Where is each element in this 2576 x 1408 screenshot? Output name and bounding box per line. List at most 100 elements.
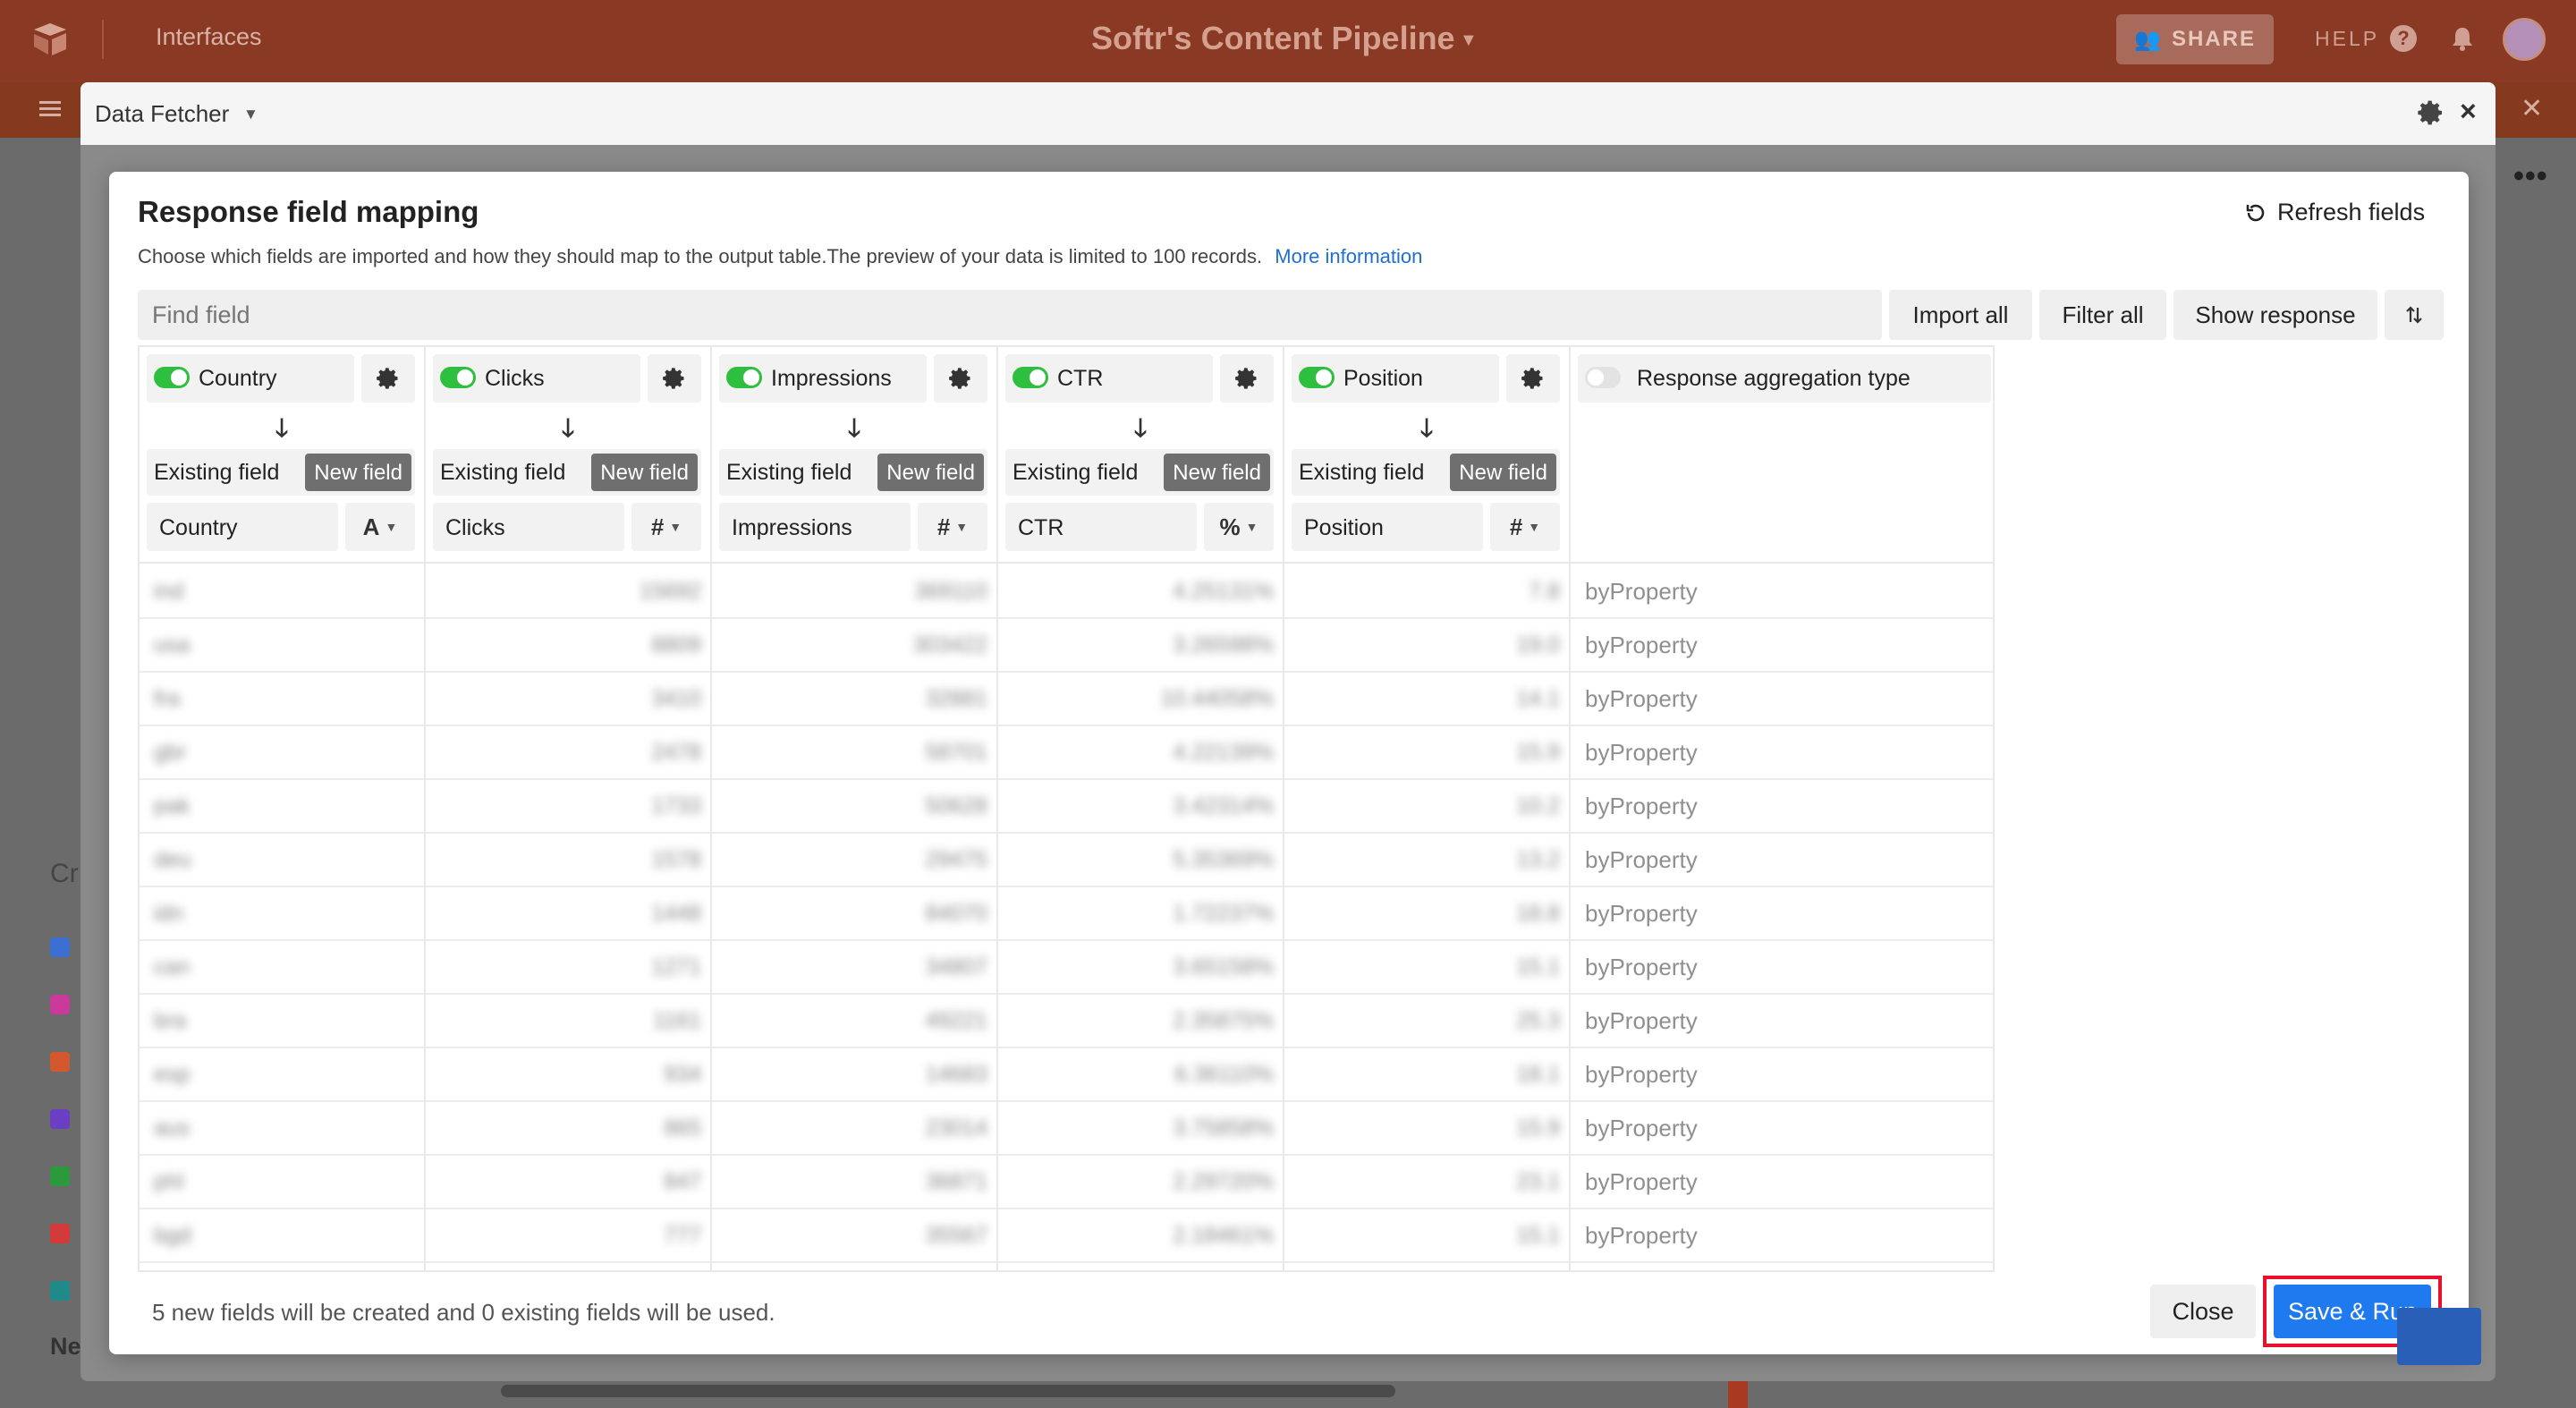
import-toggle[interactable] [1013, 367, 1048, 388]
field-type-select[interactable]: # ▼ [1490, 503, 1560, 551]
table-cell: 36871 [712, 1156, 996, 1209]
cell-value: 1271 [651, 954, 701, 980]
cell-value: 23014 [925, 1115, 987, 1141]
cell-value: bgd [154, 1222, 191, 1248]
arrow-down-icon: 🡓 [561, 414, 575, 442]
table-cell: 23014 [712, 1102, 996, 1156]
table-cell: fra [140, 673, 424, 726]
cell-value: 15.9 [1516, 1115, 1560, 1141]
cell-value: 777 [664, 1222, 701, 1248]
field-type-select[interactable]: # ▼ [631, 503, 701, 551]
field-settings-button[interactable] [1220, 354, 1274, 403]
table-cell: 18.8 [1284, 887, 1569, 941]
bell-icon[interactable] [2449, 25, 2476, 52]
table-cell: 3.42314% [998, 780, 1283, 834]
table-cell: 5.35369% [998, 834, 1283, 887]
more-information-link[interactable]: More information [1275, 245, 1422, 267]
cell-value: 19.0 [1516, 632, 1560, 657]
table-cell: 3.65158% [998, 941, 1283, 995]
table-cell: 8809 [426, 619, 710, 673]
chevron-down-icon[interactable]: ▼ [243, 106, 258, 123]
new-field-option[interactable]: New field [305, 454, 411, 491]
field-type-select[interactable]: # ▼ [918, 503, 987, 551]
share-button[interactable]: 👥 SHARE [2116, 14, 2274, 64]
existing-field-option[interactable]: Existing field [1299, 460, 1424, 486]
column-header: Impressions 🡓 Existing field New field Impre… [712, 347, 996, 564]
new-field-option[interactable]: New field [1450, 454, 1556, 491]
field-type-select[interactable]: % ▼ [1204, 503, 1274, 551]
menu-icon[interactable] [38, 97, 63, 122]
gear-icon[interactable] [2417, 98, 2445, 127]
field-settings-button[interactable] [934, 354, 987, 403]
output-field-name-input[interactable]: CTR [1005, 503, 1197, 551]
chevron-down-icon: ▼ [1245, 520, 1258, 534]
find-field-input[interactable] [138, 290, 1882, 340]
aggregation-cell: byProperty [1571, 1048, 1993, 1102]
gear-icon [1521, 368, 1543, 389]
field-settings-button[interactable] [1506, 354, 1560, 403]
output-field-name-input[interactable]: Country [147, 503, 338, 551]
field-type-select[interactable]: A ▼ [345, 503, 415, 551]
close-button[interactable]: Close [2150, 1285, 2256, 1338]
table-cell: 865 [426, 1102, 710, 1156]
refresh-fields-button[interactable]: Refresh fields [2245, 199, 2425, 226]
cell-value: gbr [154, 739, 187, 765]
existing-field-option[interactable]: Existing field [726, 460, 852, 486]
table-icon [50, 1052, 70, 1072]
interfaces-tab[interactable]: Interfaces [156, 23, 262, 51]
close-icon[interactable]: ✕ [2521, 93, 2543, 124]
new-field-option[interactable]: New field [591, 454, 698, 491]
table-cell: bra [140, 995, 424, 1048]
column-clicks: Clicks 🡓 Existing field New field Clicks # ▼ 15… [426, 347, 712, 1270]
aggregation-cell: byProperty [1571, 1102, 1993, 1156]
close-icon[interactable]: × [2460, 95, 2477, 128]
cell-value: deu [154, 846, 191, 872]
help-icon[interactable]: ? [2390, 25, 2417, 52]
show-response-button[interactable]: Show response [2174, 290, 2377, 340]
cell-value: 2.18461% [1173, 1222, 1274, 1248]
existing-field-option[interactable]: Existing field [1013, 460, 1138, 486]
table-cell: esp [140, 1048, 424, 1102]
more-icon[interactable]: ••• [2513, 159, 2548, 194]
table-cell: 3410 [426, 673, 710, 726]
output-field-name-input[interactable]: Clicks [433, 503, 624, 551]
table-cell: 34807 [712, 941, 996, 995]
import-toggle[interactable] [154, 367, 190, 388]
table-cell: 84070 [712, 887, 996, 941]
app-top-bar: Interfaces Softr's Content Pipeline ▼ 👥 … [0, 0, 2576, 82]
base-title[interactable]: Softr's Content Pipeline [1091, 20, 1455, 57]
existing-field-option[interactable]: Existing field [154, 460, 279, 486]
import-toggle[interactable] [726, 367, 762, 388]
horizontal-scrollbar[interactable] [501, 1385, 1395, 1397]
output-field-name-input[interactable]: Impressions [719, 503, 911, 551]
table-cell: 15.9 [1284, 726, 1569, 780]
aggregation-header: Response aggregation type [1571, 347, 1993, 564]
field-settings-button[interactable] [648, 354, 701, 403]
table-cell: phl [140, 1156, 424, 1209]
new-field-option[interactable]: New field [1164, 454, 1270, 491]
help-link[interactable]: HELP [2315, 27, 2379, 51]
output-field-name-input[interactable]: Position [1292, 503, 1483, 551]
cell-value: 32881 [925, 685, 987, 711]
data-fetcher-title[interactable]: Data Fetcher [95, 100, 229, 128]
import-all-button[interactable]: Import all [1889, 290, 2032, 340]
cell-value: 1161 [653, 1007, 701, 1033]
cell-value: can [154, 954, 191, 980]
chevron-down-icon[interactable]: ▼ [1460, 30, 1478, 51]
import-toggle[interactable] [1299, 367, 1335, 388]
sort-button[interactable] [2385, 290, 2444, 340]
response-field-mapping-modal: Response field mapping Refresh fields Ch… [109, 172, 2469, 1354]
field-type-icon: # [650, 513, 665, 540]
cell-value: 2.29720% [1173, 1168, 1274, 1194]
refresh-fields-label: Refresh fields [2277, 199, 2426, 225]
new-field-option[interactable]: New field [877, 454, 984, 491]
import-toggle[interactable] [440, 367, 476, 388]
field-settings-button[interactable] [361, 354, 415, 403]
column-position: Position 🡓 Existing field New field Position… [1284, 347, 1571, 1270]
filter-all-button[interactable]: Filter all [2039, 290, 2166, 340]
existing-field-option[interactable]: Existing field [440, 460, 565, 486]
cell-value: 14683 [925, 1061, 987, 1087]
airtable-logo-icon[interactable] [29, 18, 72, 61]
avatar[interactable] [2503, 18, 2546, 61]
aggregation-toggle[interactable] [1585, 367, 1621, 388]
